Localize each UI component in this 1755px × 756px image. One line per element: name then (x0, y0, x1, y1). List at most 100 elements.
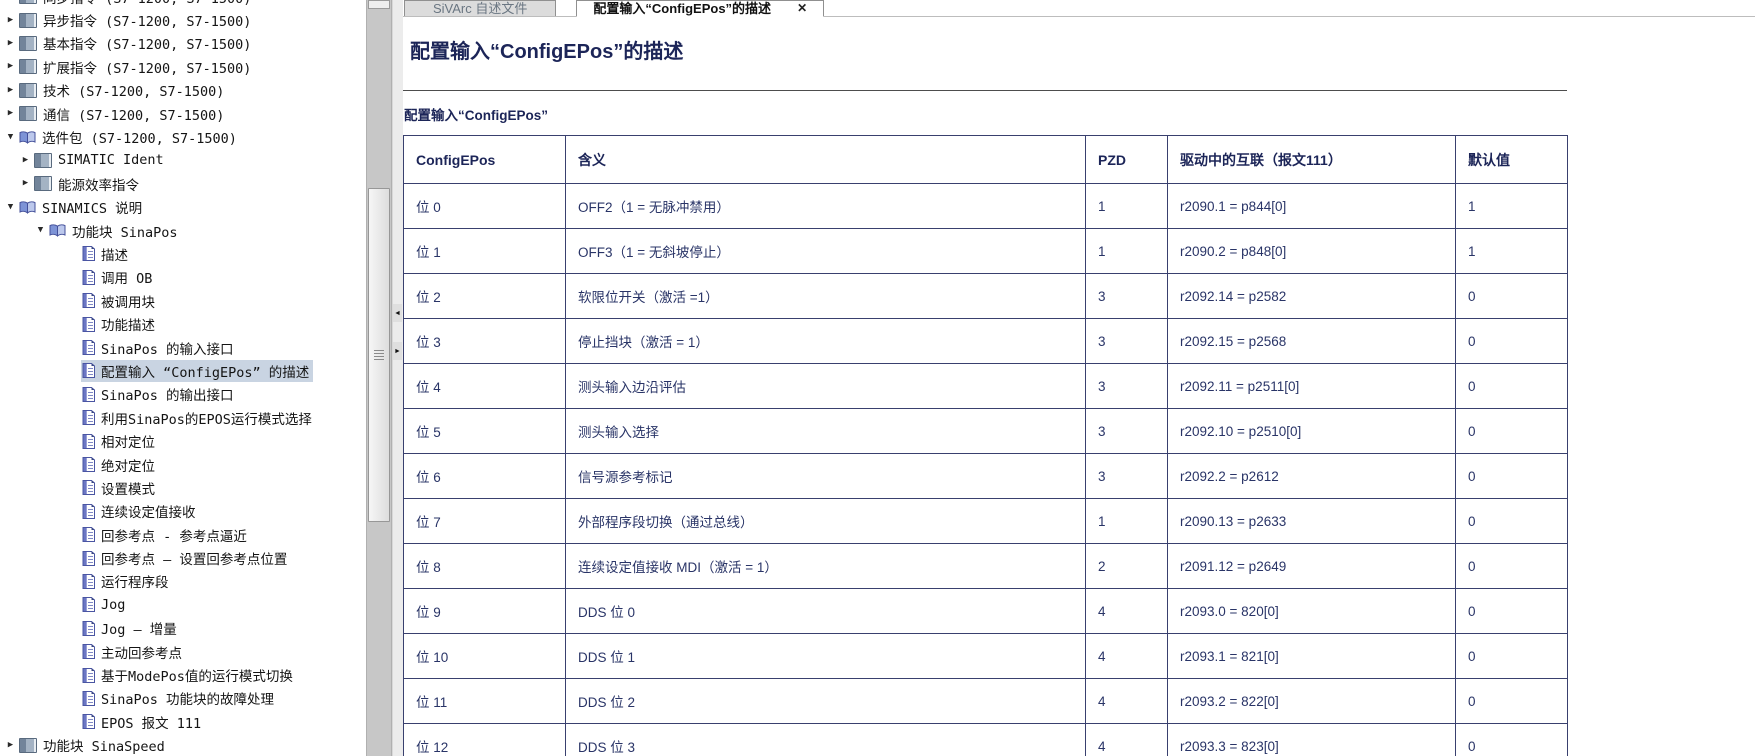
tab-sivarc-readme[interactable]: SiVArc 自述文件 (404, 0, 556, 16)
table-cell: 测头输入边沿评估 (566, 364, 1086, 409)
table-cell: 3 (1086, 274, 1168, 319)
page-icon (82, 457, 95, 472)
tree-item[interactable]: SinaPos 的输入接口 (0, 336, 366, 359)
tree-item[interactable]: ▶ 通信 (S7-1200, S7-1500) (0, 102, 366, 125)
tree-item[interactable]: 调用 OB (0, 266, 366, 289)
page-icon (82, 691, 95, 706)
collapse-right-arrow-icon[interactable]: ► (393, 342, 402, 360)
tree-item[interactable]: 功能描述 (0, 312, 366, 335)
tree-vertical-scrollbar[interactable] (366, 0, 392, 756)
tree-list: ▶同步指令 (S7-1200, S7-1500)▶异步指令 (S7-1200, … (0, 0, 366, 756)
tree-item[interactable]: 被调用块 (0, 289, 366, 312)
tree-item-core: 扩展指令 (S7-1200, S7-1500) (18, 56, 255, 78)
page-icon (82, 480, 95, 495)
tree-item[interactable]: ▶技术 (S7-1200, S7-1500) (0, 79, 366, 102)
tree-item[interactable]: 基于ModePos值的运行模式切换 (0, 663, 366, 686)
expand-arrow-icon[interactable]: ▶ (3, 86, 18, 95)
tree-item[interactable]: ▼功能块 SinaPos (0, 219, 366, 242)
table-cell: 0 (1456, 499, 1568, 544)
tree-item[interactable]: ▼SINAMICS 说明 (0, 196, 366, 219)
tree-item-label: 功能块 SinaSpeed (42, 735, 165, 755)
tree-item[interactable]: ▶异步指令 (S7-1200, S7-1500) (0, 8, 366, 31)
table-cell: r2093.1 = 821[0] (1168, 634, 1456, 679)
tree-item[interactable]: 运行程序段 (0, 570, 366, 593)
collapse-left-arrow-icon[interactable]: ◄ (393, 304, 402, 322)
page-icon (82, 574, 95, 589)
tree-item[interactable]: 绝对定位 (0, 453, 366, 476)
tree-item-core: 功能描述 (81, 313, 159, 335)
book-closed-icon (34, 153, 52, 168)
tree-item-core: 同步指令 (S7-1200, S7-1500) (18, 0, 255, 8)
book-closed-icon (19, 36, 37, 51)
expand-arrow-icon[interactable]: ▶ (3, 741, 18, 750)
tree-item[interactable]: EPOS 报文 111 (0, 710, 366, 733)
expand-arrow-icon[interactable]: ▶ (3, 39, 18, 48)
tree-item[interactable]: ▼选件包 (S7-1200, S7-1500) (0, 125, 366, 148)
tree-item[interactable]: ▶ 基本指令 (S7-1200, S7-1500) (0, 32, 366, 55)
tree-item[interactable]: 回参考点 — 设置回参考点位置 (0, 546, 366, 569)
table-cell: 2 (1086, 544, 1168, 589)
tree-item[interactable]: 相对定位 (0, 429, 366, 452)
scrollbar-up-button[interactable] (368, 0, 390, 9)
tree-item[interactable]: SinaPos 的输出接口 (0, 383, 366, 406)
tree-item[interactable]: 连续设定值接收 (0, 500, 366, 523)
expand-arrow-icon[interactable]: ▶ (3, 16, 18, 25)
collapse-arrow-icon[interactable]: ▼ (3, 133, 18, 142)
tree-item-label: 通信 (S7-1200, S7-1500) (42, 104, 224, 124)
expand-arrow-icon[interactable]: ▶ (3, 0, 18, 1)
page-icon (82, 551, 95, 566)
tree-item-label: 基本指令 (S7-1200, S7-1500) (42, 33, 251, 53)
tree-item[interactable]: 主动回参考点 (0, 640, 366, 663)
tree-item-core: 运行程序段 (81, 570, 173, 592)
tree-item[interactable]: 描述 (0, 242, 366, 265)
tree-item-core: EPOS 报文 111 (81, 711, 205, 733)
table-cell: 1 (1086, 184, 1168, 229)
tree-item-core: 相对定位 (81, 430, 159, 452)
table-cell: 0 (1456, 544, 1568, 589)
table-row: 位 0OFF2（1 = 无脉冲禁用）1r2090.1 = p844[0]1 (404, 184, 1568, 229)
expand-arrow-icon[interactable]: ▶ (3, 62, 18, 71)
expand-arrow-icon[interactable]: ▶ (18, 179, 33, 188)
tree-item[interactable]: ▶扩展指令 (S7-1200, S7-1500) (0, 55, 366, 78)
tree-item[interactable]: Jog (0, 593, 366, 616)
tree-item[interactable]: ▶同步指令 (S7-1200, S7-1500) (0, 0, 366, 8)
tree-item[interactable]: ▶能源效率指令 (0, 172, 366, 195)
scrollbar-thumb[interactable] (368, 188, 390, 522)
tree-item[interactable]: 利用SinaPos的EPOS运行模式选择 (0, 406, 366, 429)
tab-configepos-description[interactable]: 配置输入“ConfigEPos”的描述 ✕ (576, 0, 824, 17)
table-cell: 连续设定值接收 MDI（激活 = 1） (566, 544, 1086, 589)
tree-item-label: 回参考点 - 参考点逼近 (100, 525, 247, 545)
table-cell: 0 (1456, 679, 1568, 724)
page-title: 配置输入“ConfigEPos”的描述 (410, 38, 1755, 66)
tree-item-core: 绝对定位 (81, 454, 159, 476)
table-cell: 4 (1086, 634, 1168, 679)
page-icon (82, 668, 95, 683)
tree-item-label: 配置输入 “ConfigEPos” 的描述 (100, 361, 309, 381)
table-cell: 信号源参考标记 (566, 454, 1086, 499)
close-icon[interactable]: ✕ (797, 1, 807, 16)
tree-item[interactable]: ▶ SIMATIC Ident (0, 149, 366, 172)
tree-item-selected[interactable]: 配置输入 “ConfigEPos” 的描述 (0, 359, 366, 382)
tree-item[interactable]: SinaPos 功能块的故障处理 (0, 687, 366, 710)
collapse-arrow-icon[interactable]: ▼ (3, 203, 18, 212)
tree-item-label: 运行程序段 (100, 571, 169, 591)
table-row: 位 10DDS 位 14r2093.1 = 821[0]0 (404, 634, 1568, 679)
tree-item-core: 基于ModePos值的运行模式切换 (81, 664, 297, 686)
title-divider (403, 90, 1567, 91)
tree-item[interactable]: Jog — 增量 (0, 617, 366, 640)
tree-item-label: SIMATIC Ident (57, 152, 164, 168)
page-icon (82, 714, 95, 729)
table-cell: 4 (1086, 679, 1168, 724)
table-cell: 位 6 (404, 454, 566, 499)
collapse-arrow-icon[interactable]: ▼ (33, 226, 48, 235)
tree-item[interactable]: ▶ 功能块 SinaSpeed (0, 734, 366, 756)
table-cell: 外部程序段切换（通过总线） (566, 499, 1086, 544)
expand-arrow-icon[interactable]: ▶ (18, 156, 33, 165)
book-glyph (19, 83, 37, 98)
table-cell: 位 1 (404, 229, 566, 274)
expand-arrow-icon[interactable]: ▶ (3, 109, 18, 118)
tree-item[interactable]: 回参考点 - 参考点逼近 (0, 523, 366, 546)
tree-item[interactable]: 设置模式 (0, 476, 366, 499)
table-cell: 4 (1086, 589, 1168, 634)
book-open-icon (19, 201, 36, 214)
